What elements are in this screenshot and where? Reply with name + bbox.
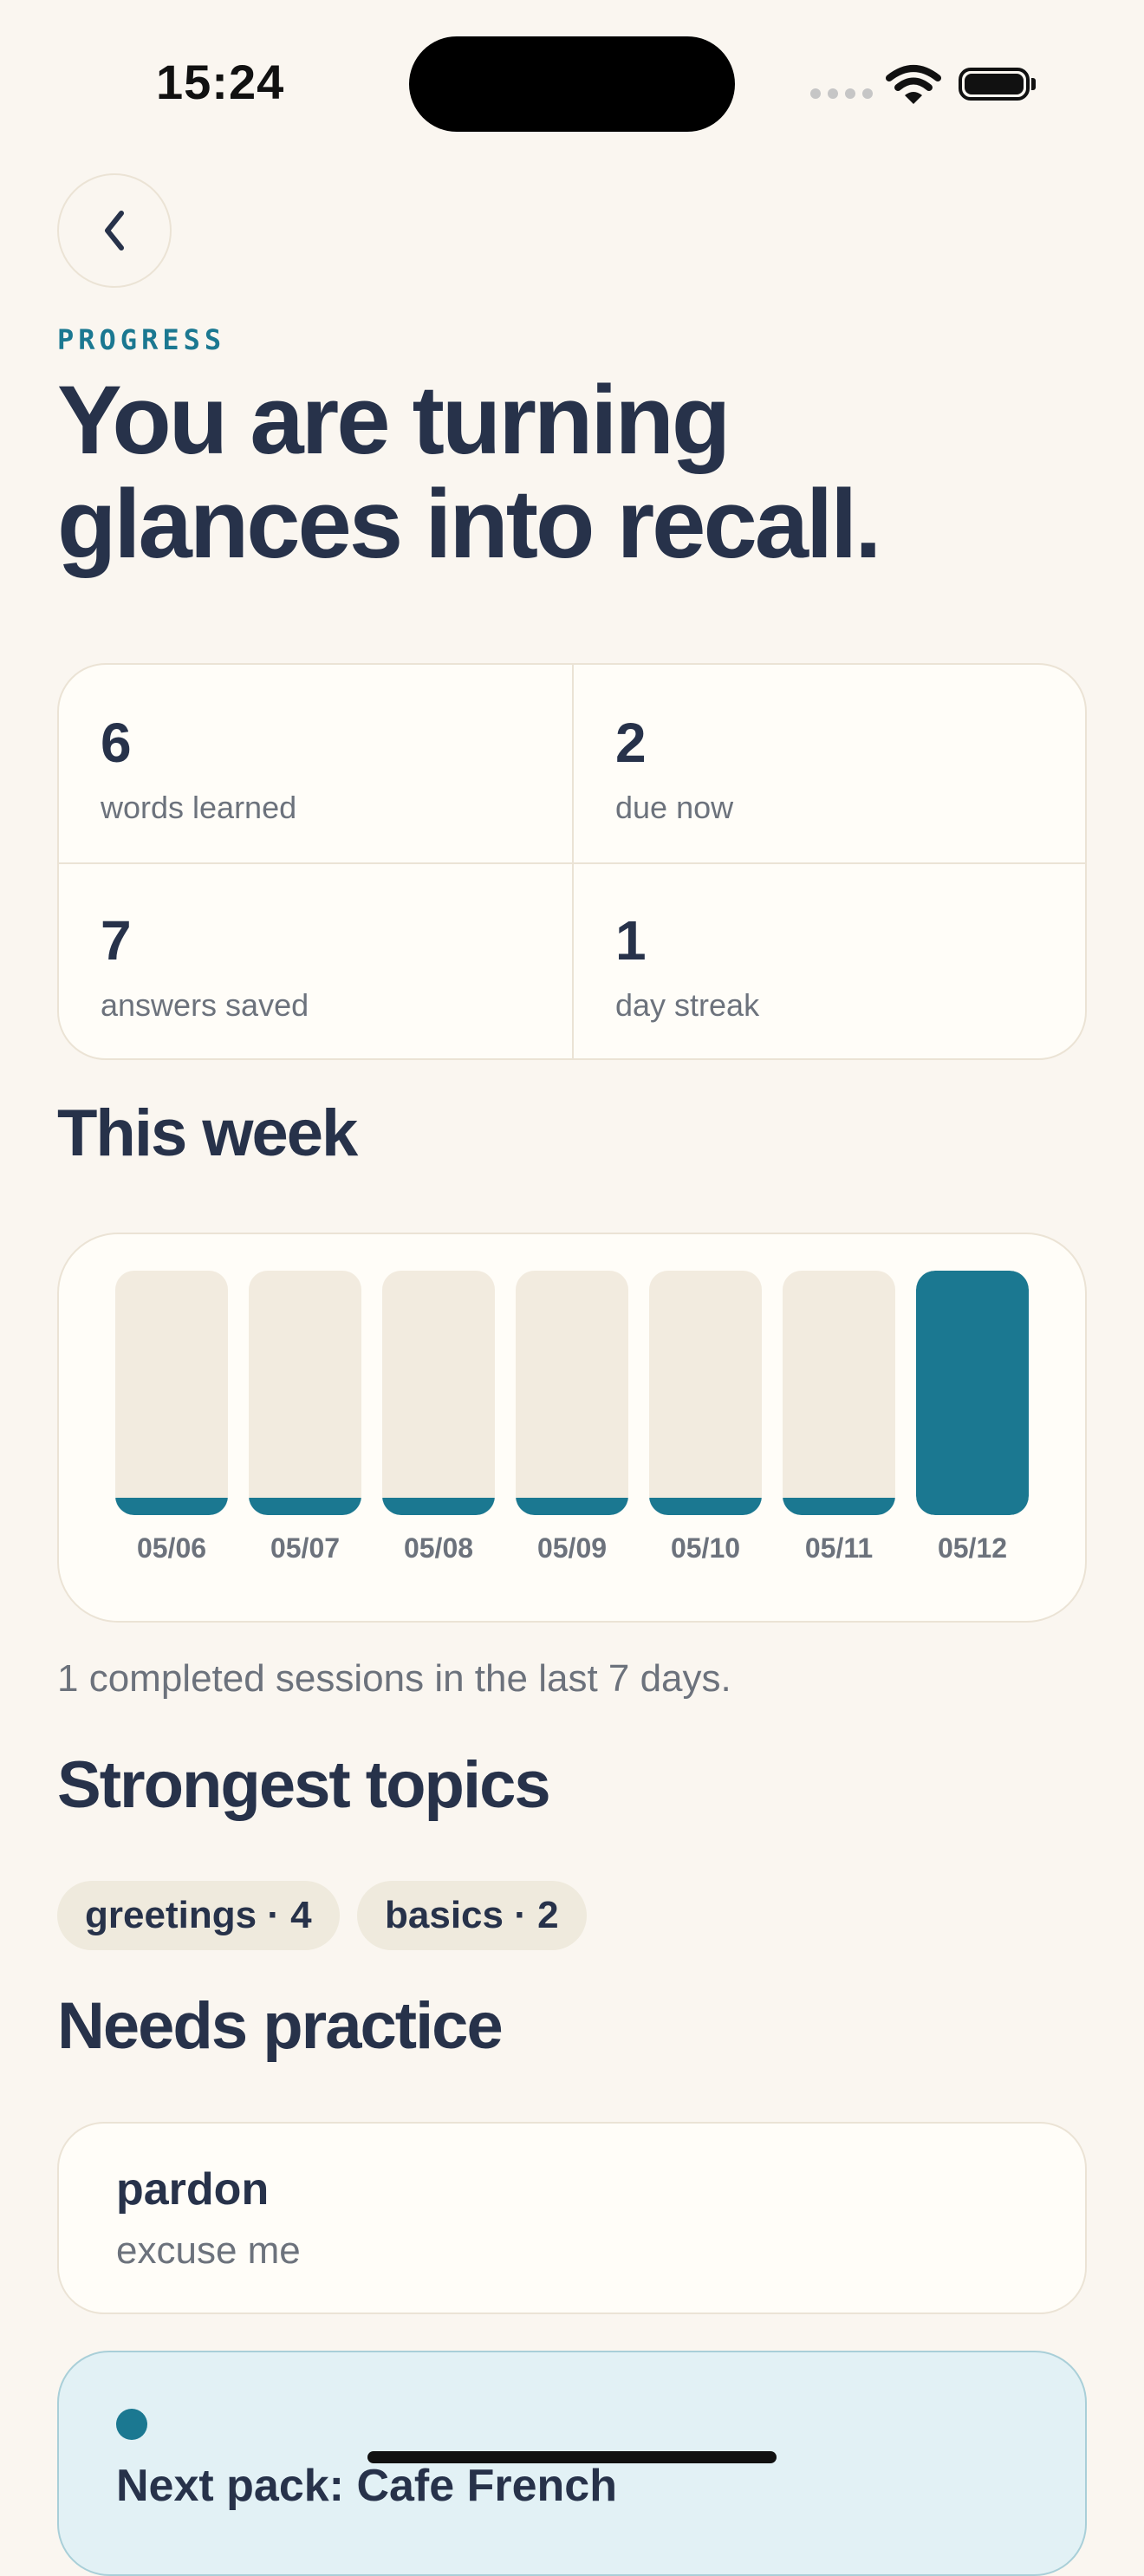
stat-day-streak: 1 day streak <box>615 913 759 1024</box>
stat-label: day streak <box>615 987 760 1023</box>
stat-value: 7 <box>101 909 132 972</box>
chart-x-label: 05/08 <box>403 1532 474 1564</box>
chart-x-label: 05/12 <box>937 1532 1008 1564</box>
chart-bar-05-08 <box>382 1271 495 1515</box>
wifi-icon <box>886 65 941 104</box>
stat-answers-saved: 7 answers saved <box>101 913 309 1024</box>
chart-bar-05-07 <box>249 1271 361 1515</box>
chart-bar-fill <box>249 1498 361 1515</box>
chart-bar-fill <box>649 1498 762 1515</box>
topic-chip: greetings · 4 <box>57 1881 340 1950</box>
page-title-line-1: You are turning <box>57 366 731 474</box>
stat-label: answers saved <box>101 987 309 1023</box>
chart-x-label: 05/11 <box>804 1532 874 1564</box>
battery-icon <box>959 68 1030 101</box>
back-button[interactable] <box>57 173 172 288</box>
dynamic-island <box>409 36 735 132</box>
stat-value: 2 <box>615 712 647 774</box>
topics-section-title: Strongest topics <box>57 1748 551 1822</box>
chart-bar-fill <box>916 1271 1029 1515</box>
stat-value: 1 <box>615 909 647 972</box>
practice-word: pardon <box>116 2164 270 2215</box>
chart-x-label: 05/09 <box>536 1532 608 1564</box>
stat-label: due now <box>615 790 734 825</box>
chart-bar-05-12 <box>916 1271 1029 1515</box>
week-caption: 1 completed sessions in the last 7 days. <box>57 1657 731 1700</box>
page-title-line-2: glances into recall. <box>57 470 881 578</box>
stat-words-learned: 6 words learned <box>101 715 296 826</box>
chart-bar-fill <box>783 1498 895 1515</box>
week-section-title: This week <box>57 1096 358 1170</box>
chart-bar-fill <box>115 1498 228 1515</box>
chart-x-label: 05/07 <box>270 1532 341 1564</box>
chevron-left-icon <box>105 211 124 250</box>
page-title: You are turning glances into recall. <box>57 368 1080 576</box>
chart-bar-05-11 <box>783 1271 895 1515</box>
chart-bar-05-09 <box>516 1271 628 1515</box>
practice-meaning: excuse me <box>116 2229 301 2272</box>
stat-due-now: 2 due now <box>615 715 733 826</box>
section-eyebrow: PROGRESS <box>57 323 226 356</box>
pack-status-dot <box>116 2409 147 2440</box>
practice-word-card[interactable] <box>57 2122 1087 2314</box>
practice-section-title: Needs practice <box>57 1989 504 2063</box>
next-pack-title: Next pack: Cafe French <box>116 2461 617 2511</box>
stat-label: words learned <box>101 790 297 825</box>
chart-bar-05-06 <box>115 1271 228 1515</box>
home-indicator <box>367 2451 777 2463</box>
chart-x-label: 05/06 <box>136 1532 207 1564</box>
battery-cap <box>1031 78 1036 90</box>
chart-bar-05-10 <box>649 1271 762 1515</box>
status-time: 15:24 <box>156 55 285 109</box>
stat-value: 6 <box>101 712 132 774</box>
chart-x-label: 05/10 <box>670 1532 741 1564</box>
stats-divider-horizontal <box>59 862 1085 864</box>
stats-card: 6 words learned 2 due now 7 answers save… <box>57 663 1087 1060</box>
stats-divider-vertical <box>572 665 574 1058</box>
chart-bar-fill <box>382 1498 495 1515</box>
topic-chip: basics · 2 <box>357 1881 587 1950</box>
chart-bar-fill <box>516 1498 628 1515</box>
cellular-signal-icon <box>810 88 873 99</box>
